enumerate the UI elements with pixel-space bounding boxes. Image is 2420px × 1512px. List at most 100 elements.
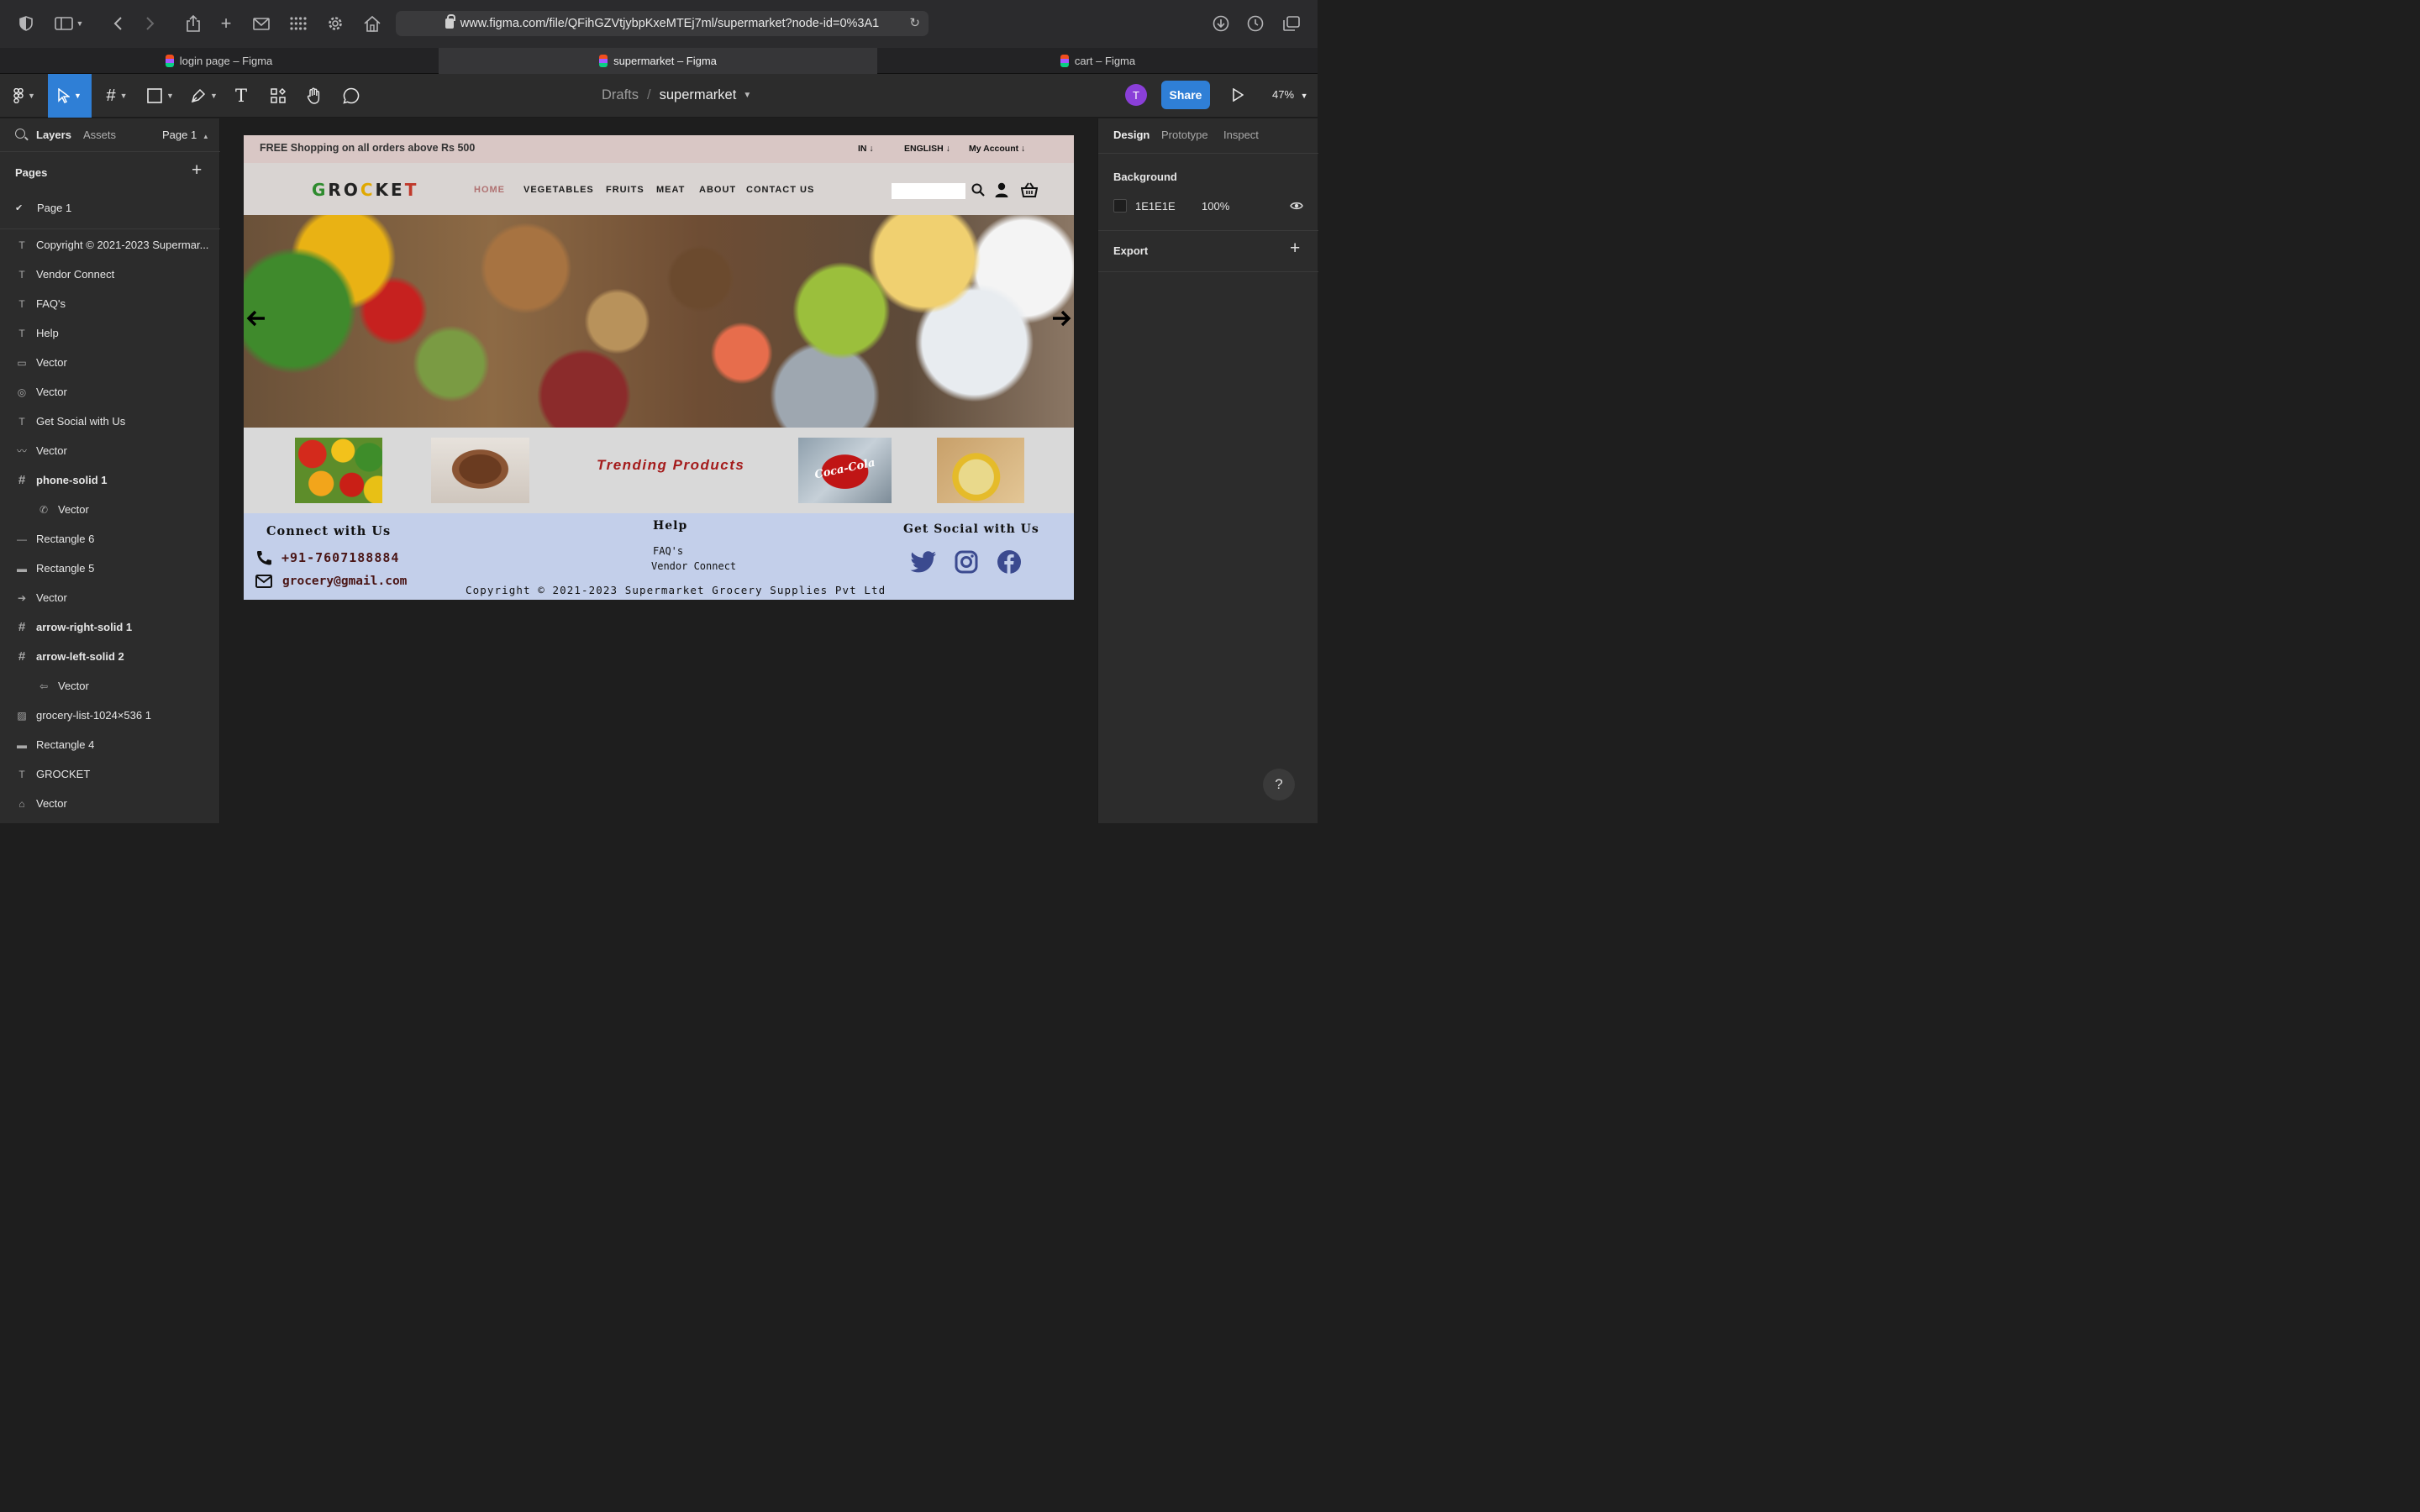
sidebar-toggle-icon[interactable]: ▼ (51, 12, 87, 35)
language-selector[interactable]: ENGLISH ↓ (904, 144, 950, 154)
facebook-icon[interactable] (995, 549, 1023, 575)
arrow-left-icon[interactable] (246, 308, 266, 332)
product-image-coca-cola[interactable]: Coca-Cola (798, 438, 892, 503)
page-item[interactable]: ✔ Page 1 (0, 196, 220, 219)
layer-item[interactable]: # arrow-right-solid 1 (0, 612, 220, 642)
site-search-input[interactable] (892, 183, 965, 199)
product-image-cake[interactable] (431, 438, 529, 503)
layer-item[interactable]: ◎ Vector (0, 377, 220, 407)
home-icon[interactable] (361, 12, 383, 35)
reload-icon[interactable]: ↻ (909, 15, 920, 30)
layer-item[interactable]: ▬ Rectangle 5 (0, 554, 220, 583)
tab-cart[interactable]: cart – Figma (878, 48, 1318, 74)
layer-item[interactable]: T Help (0, 318, 220, 348)
account-menu[interactable]: My Account ↓ (969, 144, 1025, 154)
main-menu-button[interactable]: ▼ (7, 74, 42, 118)
nav-meat[interactable]: MEAT (656, 185, 685, 195)
zoom-level[interactable]: 47% ▼ (1272, 88, 1308, 101)
background-opacity-input[interactable]: 100% (1202, 200, 1229, 213)
share-page-icon[interactable] (182, 12, 204, 35)
design-frame[interactable]: FREE Shopping on all orders above Rs 500… (244, 135, 1074, 600)
chevron-down-icon[interactable]: ▼ (743, 91, 751, 100)
layer-item[interactable]: ▭ Vector (0, 348, 220, 377)
layer-item[interactable]: ✆ Vector (0, 495, 220, 524)
layer-item[interactable]: T GROCKET (0, 759, 220, 789)
add-export-icon[interactable]: + (1290, 239, 1300, 259)
url-bar[interactable]: www.figma.com/file/QFihGZVtjybpKxeMTEj7m… (396, 11, 929, 36)
vector-layer-icon: ⇦ (39, 680, 49, 692)
history-clock-icon[interactable] (1244, 12, 1266, 35)
layer-item[interactable]: # phone-solid 1 (0, 465, 220, 495)
product-image-banana[interactable] (937, 438, 1024, 503)
present-play-icon[interactable] (1229, 87, 1246, 103)
zoom-value: 47% (1272, 88, 1295, 101)
frame-tool-button[interactable]: # ▼ (99, 74, 134, 118)
components-tool-icon[interactable] (267, 74, 289, 118)
breadcrumb-drafts[interactable]: Drafts (602, 87, 639, 103)
layer-item[interactable]: ▬ Rectangle 4 (0, 730, 220, 759)
search-icon[interactable] (15, 129, 25, 139)
text-tool-icon[interactable]: T (230, 74, 252, 118)
move-tool-button[interactable]: ▼ (48, 74, 92, 118)
tab-design[interactable]: Design (1113, 129, 1150, 141)
layer-item[interactable]: T Get Social with Us (0, 407, 220, 436)
settings-gear-icon[interactable] (324, 12, 346, 35)
product-image-peppers[interactable] (295, 438, 382, 503)
layer-item[interactable]: ⇦ Vector (0, 671, 220, 701)
share-button[interactable]: Share (1161, 81, 1210, 109)
layer-item[interactable]: T FAQ's (0, 289, 220, 318)
layer-item[interactable]: # arrow-left-solid 2 (0, 642, 220, 671)
background-hex-input[interactable]: 1E1E1E (1135, 200, 1176, 213)
privacy-shield-icon[interactable] (15, 12, 37, 35)
tab-layers[interactable]: Layers (36, 129, 71, 141)
forward-icon[interactable] (139, 12, 161, 35)
mail-icon[interactable] (250, 12, 272, 35)
search-icon[interactable] (969, 181, 987, 199)
nav-fruits[interactable]: FRUITS (606, 185, 644, 195)
new-tab-icon[interactable]: + (215, 12, 237, 35)
basket-icon[interactable] (1020, 181, 1039, 199)
downloads-icon[interactable] (1210, 12, 1232, 35)
layer-item[interactable]: ➔ Vector (0, 583, 220, 612)
tab-inspect[interactable]: Inspect (1223, 129, 1259, 141)
footer-email[interactable]: grocery@gmail.com (282, 575, 407, 588)
layer-item[interactable]: T Vendor Connect (0, 260, 220, 289)
visibility-eye-icon[interactable] (1290, 200, 1303, 215)
site-logo[interactable]: GROCKET (312, 180, 418, 200)
nav-about[interactable]: ABOUT (699, 185, 736, 195)
hand-tool-icon[interactable] (303, 74, 325, 118)
page-selector[interactable]: Page 1 ▲ (162, 129, 209, 141)
region-selector[interactable]: IN ↓ (858, 144, 874, 154)
footer-faq-link[interactable]: FAQ's (653, 545, 683, 557)
arrow-right-icon[interactable] (1051, 308, 1071, 332)
layer-item[interactable]: ⌂ Vector (0, 789, 220, 818)
add-page-icon[interactable]: + (192, 160, 202, 181)
footer-phone[interactable]: +91-7607188884 (281, 550, 399, 565)
tab-prototype[interactable]: Prototype (1161, 129, 1208, 141)
shape-tool-button[interactable]: ▼ (143, 74, 178, 118)
footer-vendor-link[interactable]: Vendor Connect (651, 560, 736, 572)
apps-grid-icon[interactable] (287, 12, 309, 35)
help-button[interactable]: ? (1263, 769, 1295, 801)
user-icon[interactable] (992, 181, 1011, 199)
layer-item[interactable]: — Rectangle 6 (0, 524, 220, 554)
pen-tool-button[interactable]: ▼ (187, 74, 222, 118)
comment-tool-icon[interactable] (340, 74, 362, 118)
layer-item[interactable]: T Copyright © 2021-2023 Supermar... (0, 230, 220, 260)
twitter-icon[interactable] (909, 549, 938, 575)
tab-supermarket[interactable]: supermarket – Figma (439, 48, 877, 74)
tab-login-page[interactable]: login page – Figma (0, 48, 438, 74)
layer-item[interactable]: ▨ grocery-list-1024×536 1 (0, 701, 220, 730)
tab-overview-icon[interactable] (1281, 12, 1302, 35)
layer-item[interactable]: 〰 Vector (0, 436, 220, 465)
instagram-icon[interactable] (952, 549, 981, 575)
file-name[interactable]: supermarket (660, 87, 737, 103)
nav-home[interactable]: HOME (474, 185, 505, 195)
avatar[interactable]: T (1125, 84, 1147, 106)
nav-vegetables[interactable]: VEGETABLES (523, 185, 594, 195)
tab-assets[interactable]: Assets (83, 129, 116, 141)
back-icon[interactable] (107, 12, 129, 35)
background-color-swatch[interactable] (1113, 199, 1127, 213)
nav-contact-us[interactable]: CONTACT US (746, 185, 814, 195)
tab-label: cart – Figma (1074, 55, 1136, 67)
